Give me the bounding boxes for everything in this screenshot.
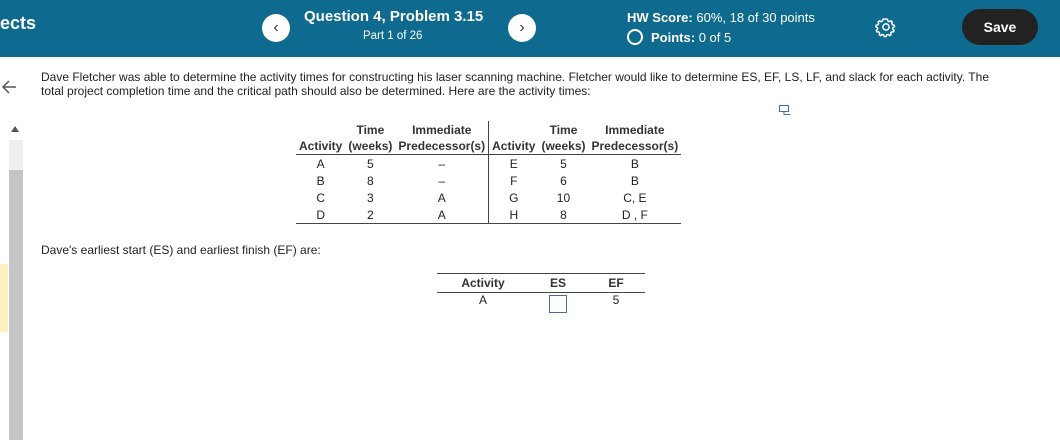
time-cell: 5	[560, 156, 567, 171]
time-cell: 10	[556, 190, 571, 205]
hw-score-value: 60%, 18 of 30 points	[696, 10, 815, 25]
col-pred-header-2a: Immediate	[605, 122, 665, 137]
activity-cell: E	[488, 154, 539, 172]
answer-es-cell	[529, 293, 587, 317]
points-label: Points:	[651, 30, 696, 45]
activity-cell: H	[488, 206, 539, 224]
col-time-header-2b: (weeks)	[538, 138, 589, 155]
scroll-up-arrow-icon[interactable]	[11, 126, 19, 132]
points-value: 0 of 5	[698, 30, 732, 45]
time-cell: 6	[560, 173, 567, 188]
table-row: D 2 A H 8 D , F	[296, 206, 682, 224]
chevron-right-icon: ›	[519, 19, 525, 36]
side-panel-tab[interactable]	[0, 264, 8, 332]
answer-col-ef: EF	[587, 273, 645, 293]
predecessor-cell: –	[438, 173, 446, 188]
col-pred-header-1b: Predecessor(s)	[395, 138, 489, 155]
time-cell: 2	[345, 206, 396, 224]
es-answer-input[interactable]	[549, 295, 567, 313]
answer-ef-cell: 5	[612, 293, 620, 307]
activity-cell: G	[488, 189, 539, 206]
next-question-button[interactable]: ›	[508, 14, 536, 42]
chevron-left-icon: ‹	[273, 19, 279, 36]
es-ef-answer-table: Activity ES EF A 5	[437, 273, 645, 316]
activity-cell: D	[296, 206, 346, 224]
activity-times-table: Time Immediate Time Immediate Activity (…	[296, 121, 682, 224]
table-row: C 3 A G 10 C, E	[296, 189, 681, 206]
settings-gear-icon[interactable]	[875, 16, 897, 38]
problem-statement: Dave Fletcher was able to determine the …	[41, 70, 989, 98]
scrollbar-thumb[interactable]	[9, 170, 23, 440]
activity-cell: C	[316, 190, 326, 205]
question-part: Part 1 of 26	[363, 30, 423, 42]
table-row: A 5	[437, 293, 645, 317]
predecessor-cell: C, E	[623, 190, 647, 205]
col-time-header-1b: (weeks)	[345, 138, 396, 155]
answer-activity-cell: A	[478, 293, 487, 307]
question-title: Question 4, Problem 3.15	[304, 8, 484, 25]
save-button[interactable]: Save	[962, 9, 1038, 45]
answer-col-es: ES	[529, 273, 587, 293]
top-bar: ects ‹ Question 4, Problem 3.15 Part 1 o…	[0, 0, 1060, 57]
col-pred-header-1a: Immediate	[412, 122, 472, 137]
progress-circle-icon	[627, 29, 643, 45]
time-cell: 8	[538, 206, 589, 224]
predecessor-cell: D , F	[588, 206, 682, 224]
col-time-header-1a: Time	[356, 122, 385, 137]
activity-cell: F	[488, 172, 539, 189]
es-ef-question: Dave's earliest start (ES) and earliest …	[41, 243, 321, 257]
back-arrow-icon[interactable]	[0, 78, 18, 96]
col-activity-header-2: Activity	[488, 138, 539, 155]
predecessor-cell: B	[630, 173, 639, 188]
col-activity-header-1: Activity	[296, 138, 346, 155]
previous-question-button[interactable]: ‹	[262, 14, 290, 42]
activity-cell: B	[316, 173, 325, 188]
predecessor-cell: –	[438, 156, 446, 171]
predecessor-cell: A	[395, 206, 489, 224]
activity-cell: A	[316, 156, 325, 171]
col-time-header-2a: Time	[549, 122, 578, 137]
predecessor-cell: B	[630, 156, 639, 171]
hw-score: HW Score: 60%, 18 of 30 points	[627, 10, 815, 25]
time-cell: 5	[367, 156, 374, 171]
time-cell: 8	[367, 173, 374, 188]
table-row: B 8 – F 6 B	[296, 172, 681, 189]
copy-table-icon[interactable]	[779, 105, 791, 115]
table-row: A 5 – E 5 B	[296, 154, 681, 172]
points: Points: 0 of 5	[627, 29, 731, 45]
answer-col-activity: Activity	[437, 273, 529, 293]
predecessor-cell: A	[437, 190, 446, 205]
time-cell: 3	[367, 190, 374, 205]
course-title-fragment[interactable]: ects	[0, 13, 36, 34]
col-pred-header-2b: Predecessor(s)	[588, 138, 682, 155]
hw-score-label: HW Score:	[627, 10, 693, 25]
